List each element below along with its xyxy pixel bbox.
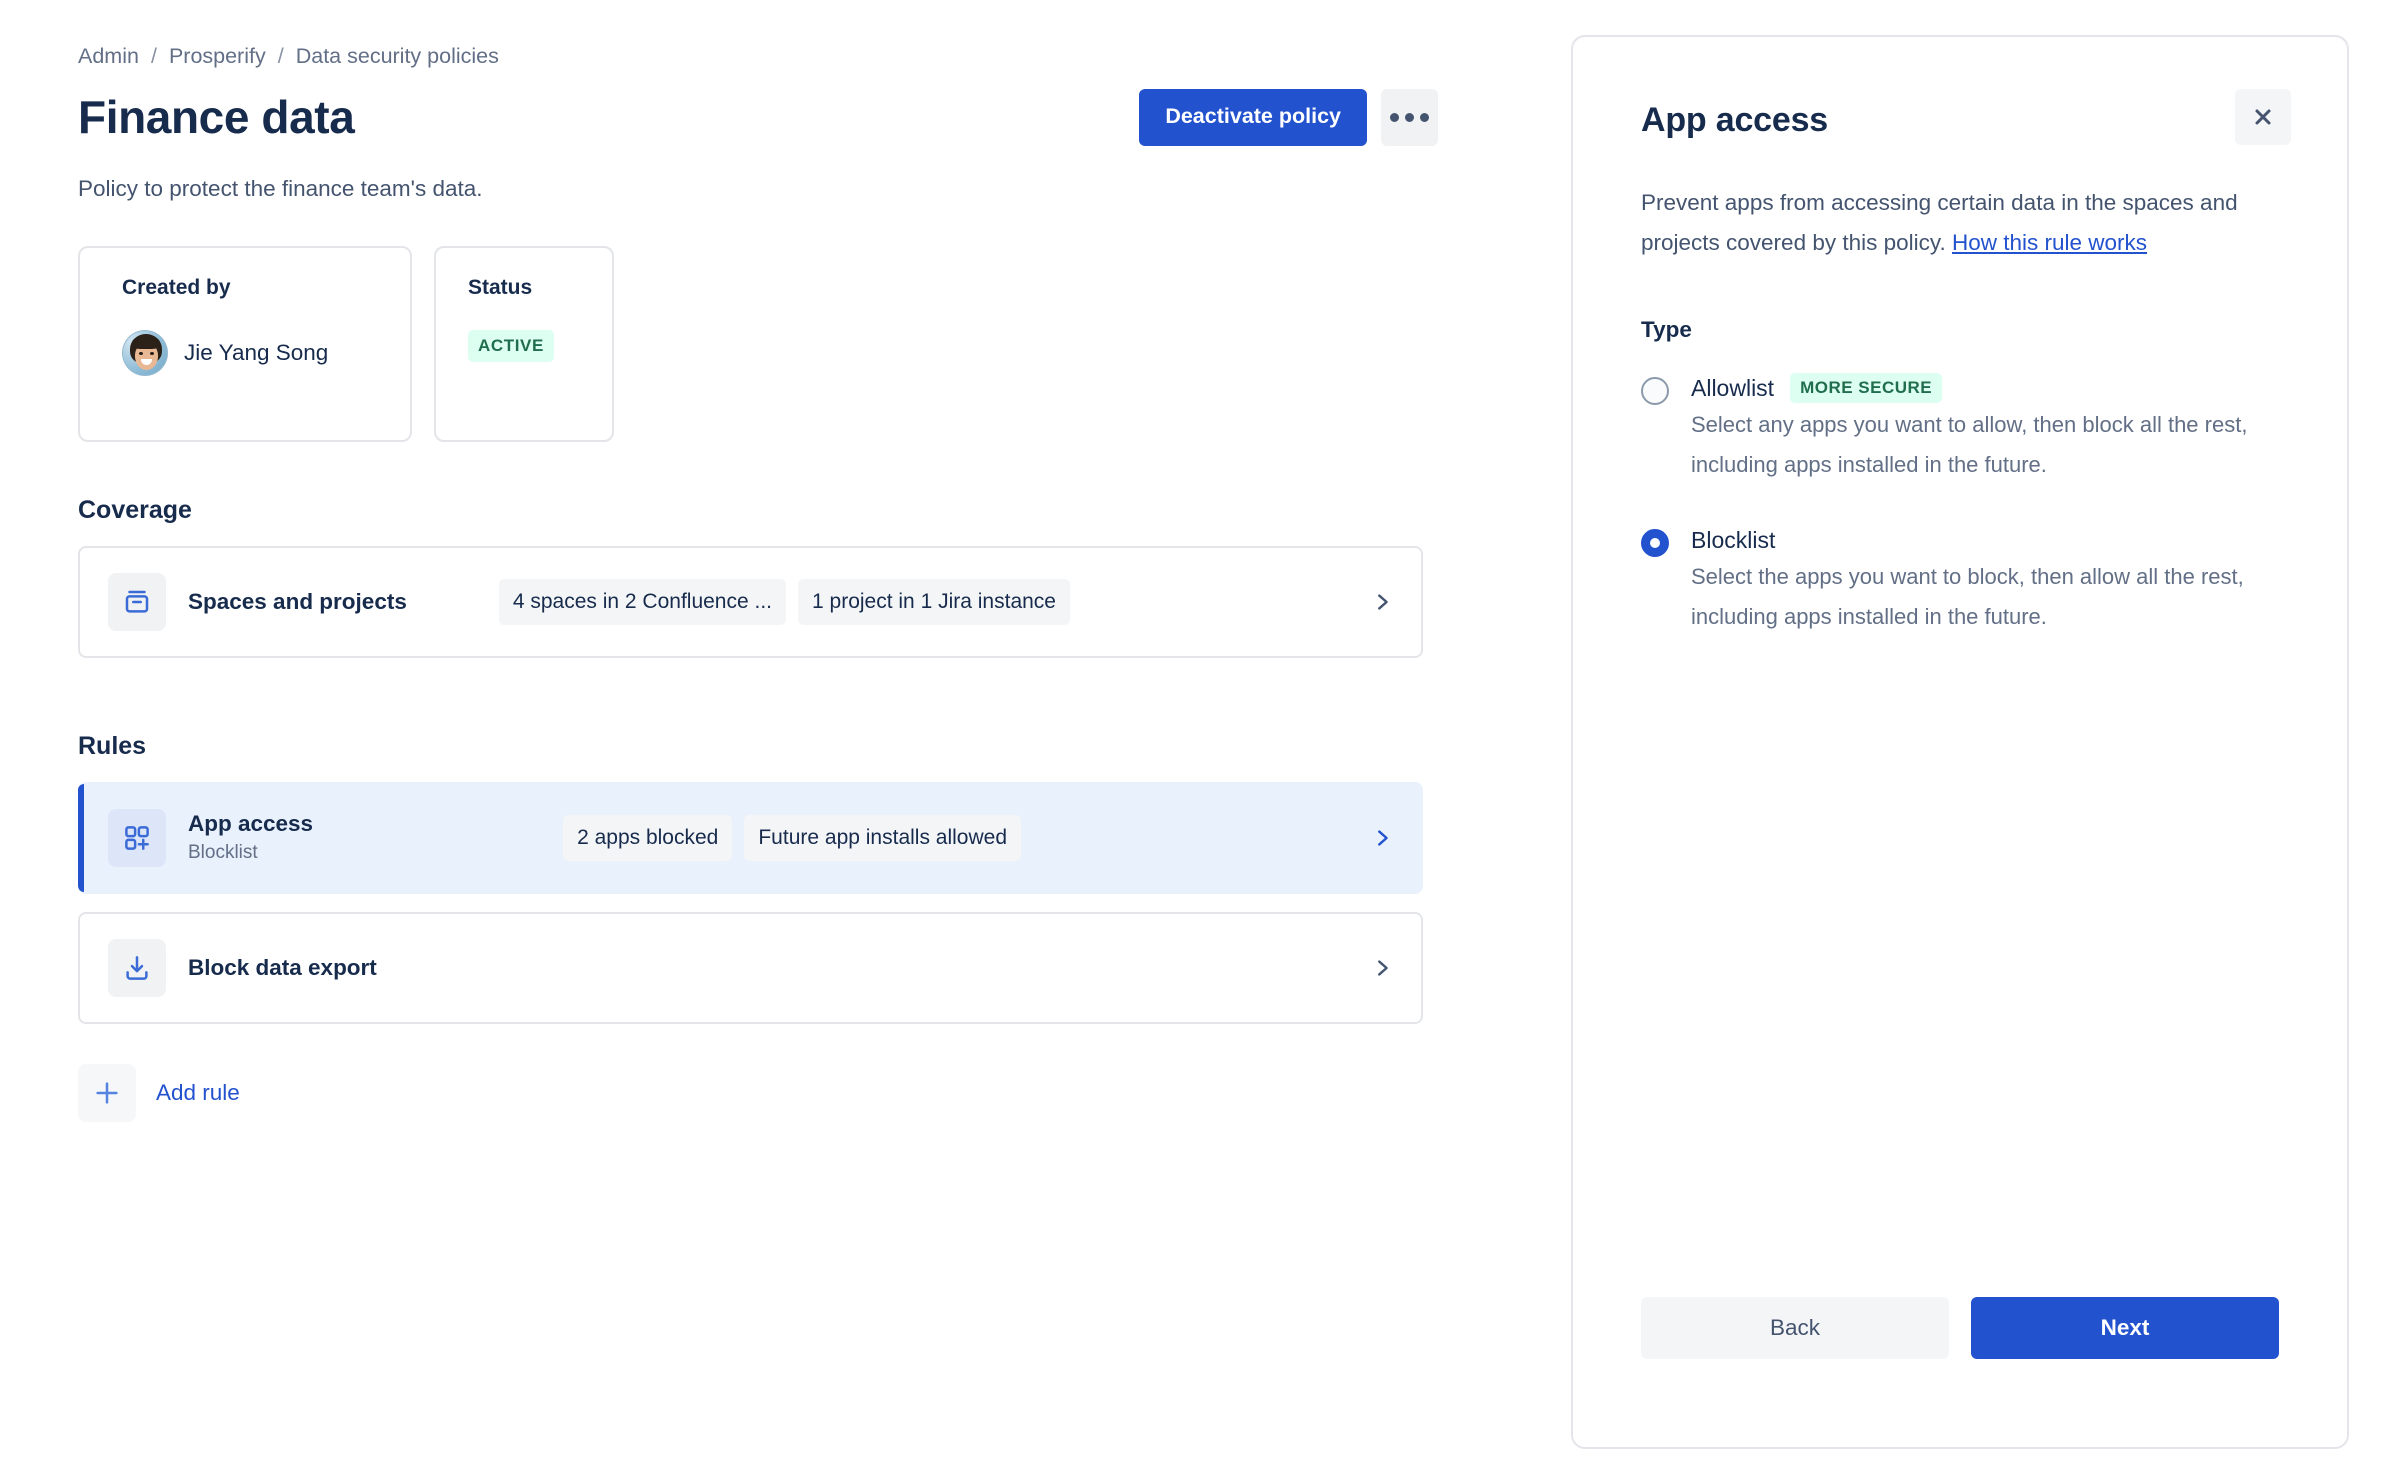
created-by-card: Created by Jie Yang Song <box>78 246 412 442</box>
close-icon[interactable] <box>2235 89 2291 145</box>
breadcrumb-separator: / <box>150 44 157 68</box>
app-access-panel: App access Prevent apps from accessing c… <box>1571 35 2349 1449</box>
created-by-label: Created by <box>122 276 231 299</box>
ellipsis-icon <box>1390 112 1429 122</box>
coverage-row-title: Spaces and projects <box>188 589 407 614</box>
page-actions: Deactivate policy <box>1139 88 1438 146</box>
data-export-icon <box>108 939 166 997</box>
policy-detail-page: Admin / Prosperify / Data security polic… <box>0 0 2400 1484</box>
coverage-lozenge-spaces: 4 spaces in 2 Confluence ... <box>498 579 787 625</box>
radio-titleline-blocklist: Blocklist <box>1691 523 2279 557</box>
breadcrumb-item-admin[interactable]: Admin <box>78 43 139 69</box>
rule-subtitle-app-access: Blocklist <box>188 842 258 863</box>
plus-icon <box>78 1064 136 1122</box>
policy-description: Policy to protect the finance team's dat… <box>78 176 483 201</box>
radio-body-allowlist: Allowlist MORE SECURE Select any apps yo… <box>1691 371 2279 485</box>
radio-label-blocklist: Blocklist <box>1691 527 1776 553</box>
panel-header: App access <box>1641 89 2291 145</box>
avatar <box>122 330 168 376</box>
radio-description-allowlist: Select any apps you want to allow, then … <box>1691 412 2248 477</box>
how-this-rule-works-link[interactable]: How this rule works <box>1952 230 2147 255</box>
rule-row-text: Block data export <box>188 954 377 982</box>
spaces-projects-icon <box>108 573 166 631</box>
chevron-right-icon[interactable] <box>1369 825 1395 851</box>
panel-title: App access <box>1641 101 1828 139</box>
app-access-icon <box>108 809 166 867</box>
rules-section-title: Rules <box>78 732 147 760</box>
radio-description-blocklist: Select the apps you want to block, then … <box>1691 564 2244 629</box>
next-button[interactable]: Next <box>1971 1297 2279 1359</box>
panel-description: Prevent apps from accessing certain data… <box>1641 183 2279 263</box>
radio-option-blocklist[interactable]: Blocklist Select the apps you want to bl… <box>1641 523 2279 637</box>
more-actions-button[interactable] <box>1381 88 1438 146</box>
radio-label-allowlist: Allowlist <box>1691 375 1775 401</box>
created-by-name: Jie Yang Song <box>184 340 329 365</box>
type-field-label: Type <box>1641 317 1692 342</box>
page-title-row: Finance data Deactivate policy <box>78 86 1438 148</box>
rule-title-block-data-export: Block data export <box>188 955 377 980</box>
radio-body-blocklist: Blocklist Select the apps you want to bl… <box>1691 523 2279 637</box>
policy-meta-cards: Created by Jie Yang Song Status ACTIVE <box>78 246 1438 442</box>
status-value: ACTIVE <box>468 330 576 362</box>
coverage-lozenge-projects: 1 project in 1 Jira instance <box>798 579 1070 625</box>
radio-icon-allowlist[interactable] <box>1641 377 1669 405</box>
breadcrumb-item-prosperify[interactable]: Prosperify <box>169 43 266 69</box>
coverage-row-text: Spaces and projects <box>188 588 407 616</box>
rule-row-text: App access Blocklist <box>188 810 313 866</box>
more-secure-badge: MORE SECURE <box>1790 373 1943 403</box>
status-card: Status ACTIVE <box>434 246 614 442</box>
status-badge: ACTIVE <box>468 330 554 362</box>
deactivate-policy-button[interactable]: Deactivate policy <box>1139 88 1367 146</box>
page-title: Finance data <box>78 91 355 143</box>
breadcrumb-separator: / <box>277 44 284 68</box>
coverage-row-spaces-and-projects[interactable]: Spaces and projects 4 spaces in 2 Conflu… <box>78 546 1423 658</box>
coverage-row-lozenges: 4 spaces in 2 Confluence ... 1 project i… <box>498 579 1070 625</box>
created-by-value: Jie Yang Song <box>122 330 374 376</box>
panel-footer: Back Next <box>1641 1297 2279 1359</box>
add-rule-button[interactable]: Add rule <box>78 1064 240 1122</box>
rule-row-app-access[interactable]: App access Blocklist 2 apps blocked Futu… <box>78 782 1423 894</box>
coverage-section-title: Coverage <box>78 496 192 524</box>
rule-row-block-data-export[interactable]: Block data export <box>78 912 1423 1024</box>
breadcrumb: Admin / Prosperify / Data security polic… <box>78 42 1438 70</box>
chevron-right-icon[interactable] <box>1369 589 1395 615</box>
rule-row-lozenges: 2 apps blocked Future app installs allow… <box>563 815 1021 861</box>
status-label: Status <box>468 276 533 299</box>
type-radio-group: Allowlist MORE SECURE Select any apps yo… <box>1641 371 2279 637</box>
panel-description-text: Prevent apps from accessing certain data… <box>1641 190 2238 255</box>
rule-lozenge-future-installs: Future app installs allowed <box>744 815 1021 861</box>
rule-lozenge-apps-blocked: 2 apps blocked <box>563 815 733 861</box>
add-rule-label: Add rule <box>156 1080 240 1105</box>
radio-titleline-allowlist: Allowlist MORE SECURE <box>1691 371 2279 405</box>
chevron-right-icon[interactable] <box>1369 955 1395 981</box>
breadcrumb-item-data-security-policies[interactable]: Data security policies <box>296 43 499 69</box>
back-button[interactable]: Back <box>1641 1297 1949 1359</box>
rule-title-app-access: App access <box>188 811 314 836</box>
main-content: Admin / Prosperify / Data security polic… <box>78 42 1438 1122</box>
radio-icon-blocklist[interactable] <box>1641 529 1669 557</box>
radio-option-allowlist[interactable]: Allowlist MORE SECURE Select any apps yo… <box>1641 371 2279 485</box>
panel-inner: App access Prevent apps from accessing c… <box>1573 37 2347 1447</box>
